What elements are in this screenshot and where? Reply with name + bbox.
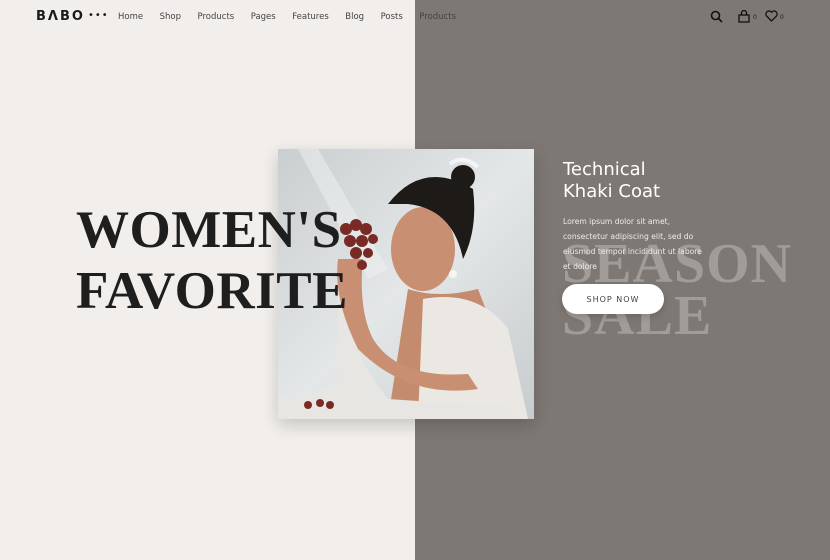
site-header: BΛBO ••• Home Shop Products Pages Featur… [0,0,830,34]
hero-title-line1: WOMEN'S [76,201,342,259]
cart-count: 0 [753,14,757,21]
nav-features[interactable]: Features [292,12,329,22]
product-description: Lorem ipsum dolor sit amet, consectetur … [563,217,702,271]
product-title-line2: Khaki Coat [563,181,661,202]
wishlist-heart-icon[interactable] [765,10,778,22]
product-title: Technical Khaki Coat [563,159,660,203]
nav-products[interactable]: Products [198,12,235,22]
nav-shop[interactable]: Shop [160,12,181,22]
wishlist-count: 0 [780,14,784,21]
product-title-line1: Technical [563,159,646,180]
search-icon[interactable] [710,10,723,23]
nav-home[interactable]: Home [118,12,143,22]
main-nav: Home Shop Products Pages Features Blog P… [118,12,473,22]
hero-title-line2: FAVORITE [76,262,348,320]
logo[interactable]: BΛBO [36,9,85,24]
nav-posts[interactable]: Posts [381,12,403,22]
more-menu-icon[interactable]: ••• [88,10,109,21]
nav-blog[interactable]: Blog [345,12,364,22]
nav-products-2[interactable]: Products [419,12,456,22]
shop-now-button[interactable]: SHOP NOW [562,284,664,314]
cart-icon[interactable] [738,10,750,23]
nav-pages[interactable]: Pages [251,12,276,22]
hero-title: WOMEN'S FAVORITE [76,200,348,322]
